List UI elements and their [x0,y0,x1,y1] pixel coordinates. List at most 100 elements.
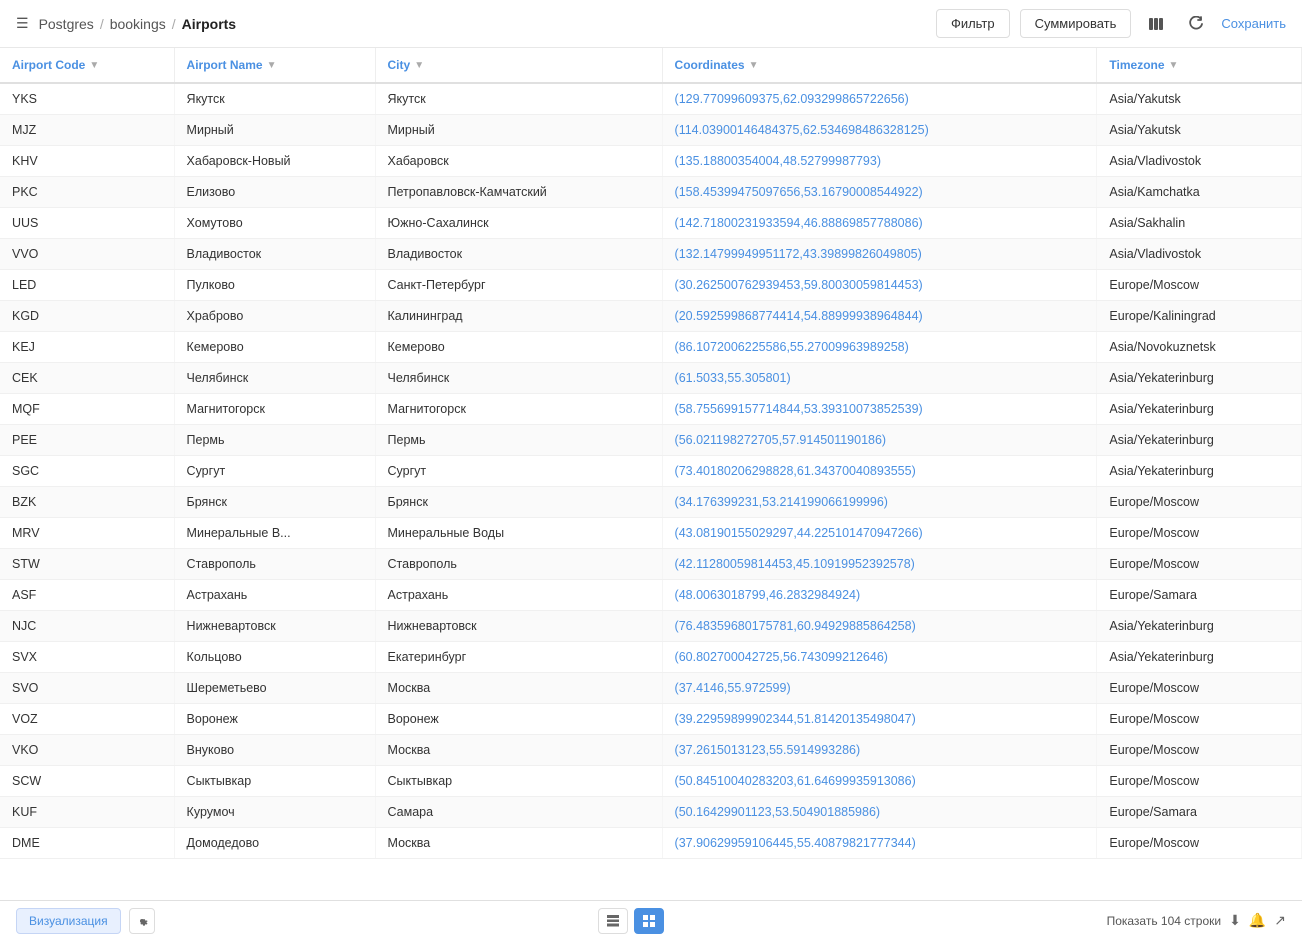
cell-coords: (56.021198272705,57.914501190186) [662,425,1097,456]
cell-name: Кемерово [174,332,375,363]
table-row[interactable]: KHVХабаровск-НовыйХабаровск(135.18800354… [0,146,1302,177]
cell-code: SVX [0,642,174,673]
cell-coords: (37.90629959106445,55.40879821777344) [662,828,1097,859]
save-button[interactable]: Сохранить [1221,16,1286,31]
cell-city: Владивосток [375,239,662,270]
table-row[interactable]: MQFМагнитогорскМагнитогорск(58.755699157… [0,394,1302,425]
table-row[interactable]: ASFАстраханьАстрахань(48.0063018799,46.2… [0,580,1302,611]
bottom-right: Показать 104 строки ⬇ 🔔 ↗ [1107,912,1286,929]
cell-tz: Europe/Moscow [1097,487,1302,518]
cell-city: Воронеж [375,704,662,735]
table-row[interactable]: PEEПермьПермь(56.021198272705,57.9145011… [0,425,1302,456]
table-header: Airport Code ▼ Airport Name ▼ City ▼ [0,48,1302,83]
cell-code: VVO [0,239,174,270]
cell-coords: (60.802700042725,56.743099212646) [662,642,1097,673]
col-header-name[interactable]: Airport Name ▼ [174,48,375,83]
table-row[interactable]: VKOВнуковоМосква(37.2615013123,55.591499… [0,735,1302,766]
cell-name: Ставрополь [174,549,375,580]
cell-city: Екатеринбург [375,642,662,673]
top-bar: ☰ Postgres / bookings / Airports Фильтр … [0,0,1302,48]
cell-code: DME [0,828,174,859]
table-row[interactable]: CEKЧелябинскЧелябинск(61.5033,55.305801)… [0,363,1302,394]
notification-icon[interactable]: 🔔 [1249,912,1266,929]
table-row[interactable]: SVOШереметьевоМосква(37.4146,55.972599)E… [0,673,1302,704]
sort-icon-coords: ▼ [749,60,759,71]
refresh-button[interactable] [1181,9,1211,39]
cell-coords: (142.71800231933594,46.88869857788086) [662,208,1097,239]
col-header-code[interactable]: Airport Code ▼ [0,48,174,83]
cell-city: Москва [375,828,662,859]
table-row[interactable]: SVXКольцовоЕкатеринбург(60.802700042725,… [0,642,1302,673]
cell-coords: (58.755699157714844,53.39310073852539) [662,394,1097,425]
download-icon[interactable]: ⬇ [1229,912,1241,929]
cell-code: KUF [0,797,174,828]
table-row[interactable]: KGDХрабровоКалининград(20.59259986877441… [0,301,1302,332]
cell-coords: (86.1072006225586,55.27009963989258) [662,332,1097,363]
cell-city: Якутск [375,83,662,115]
cell-coords: (34.176399231,53.214199066199996) [662,487,1097,518]
cell-name: Сургут [174,456,375,487]
cell-code: SGC [0,456,174,487]
visualization-button[interactable]: Визуализация [16,908,121,934]
filter-button[interactable]: Фильтр [936,9,1010,38]
table-row[interactable]: BZKБрянскБрянск(34.176399231,53.21419906… [0,487,1302,518]
refresh-icon [1188,16,1204,32]
cell-code: SCW [0,766,174,797]
cell-name: Владивосток [174,239,375,270]
col-header-tz[interactable]: Timezone ▼ [1097,48,1302,83]
cell-coords: (129.77099609375,62.093299865722656) [662,83,1097,115]
viz-settings-button[interactable] [129,908,155,934]
columns-icon-button[interactable] [1141,9,1171,39]
cell-coords: (76.48359680175781,60.94929885864258) [662,611,1097,642]
export-icon[interactable]: ↗ [1274,912,1286,929]
col-header-coords[interactable]: Coordinates ▼ [662,48,1097,83]
table-row[interactable]: MJZМирныйМирный(114.03900146484375,62.53… [0,115,1302,146]
table-row[interactable]: NJCНижневартовскНижневартовск(76.4835968… [0,611,1302,642]
cell-tz: Asia/Vladivostok [1097,146,1302,177]
top-actions: Фильтр Суммировать Сохранить [936,9,1286,39]
cell-coords: (20.592599868774414,54.88999938964844) [662,301,1097,332]
summarize-button[interactable]: Суммировать [1020,9,1132,38]
cell-city: Москва [375,735,662,766]
breadcrumb-db[interactable]: Postgres [39,16,94,32]
table-row[interactable]: SGCСургутСургут(73.40180206298828,61.343… [0,456,1302,487]
cell-tz: Asia/Novokuznetsk [1097,332,1302,363]
table-row[interactable]: SCWСыктывкарСыктывкар(50.84510040283203,… [0,766,1302,797]
cell-name: Брянск [174,487,375,518]
airports-table: Airport Code ▼ Airport Name ▼ City ▼ [0,48,1302,859]
cell-name: Курумоч [174,797,375,828]
breadcrumb-section[interactable]: bookings [110,16,166,32]
cell-city: Южно-Сахалинск [375,208,662,239]
table-container: Airport Code ▼ Airport Name ▼ City ▼ [0,48,1302,900]
table-row[interactable]: YKSЯкутскЯкутск(129.77099609375,62.09329… [0,83,1302,115]
cell-name: Воронеж [174,704,375,735]
grid-view-button[interactable] [634,908,664,934]
columns-icon [1148,16,1164,32]
table-row[interactable]: VVOВладивостокВладивосток(132.1479994995… [0,239,1302,270]
table-row[interactable]: VOZВоронежВоронеж(39.22959899902344,51.8… [0,704,1302,735]
cell-coords: (50.16429901123,53.504901885986) [662,797,1097,828]
cell-tz: Asia/Kamchatka [1097,177,1302,208]
cell-city: Петропавловск-Камчатский [375,177,662,208]
table-row[interactable]: KUFКурумочСамара(50.16429901123,53.50490… [0,797,1302,828]
cell-code: CEK [0,363,174,394]
table-row[interactable]: DMEДомодедовоМосква(37.90629959106445,55… [0,828,1302,859]
cell-coords: (37.4146,55.972599) [662,673,1097,704]
table-row[interactable]: KEJКемеровоКемерово(86.1072006225586,55.… [0,332,1302,363]
table-row[interactable]: UUSХомутовоЮжно-Сахалинск(142.7180023193… [0,208,1302,239]
cell-tz: Europe/Moscow [1097,828,1302,859]
table-row[interactable]: STWСтавропольСтаврополь(42.1128005981445… [0,549,1302,580]
database-icon: ☰ [16,15,29,32]
cell-city: Пермь [375,425,662,456]
cell-name: Храброво [174,301,375,332]
table-row[interactable]: LEDПулковоСанкт-Петербург(30.26250076293… [0,270,1302,301]
cell-tz: Asia/Sakhalin [1097,208,1302,239]
col-header-city[interactable]: City ▼ [375,48,662,83]
table-row[interactable]: MRVМинеральные В...Минеральные Воды(43.0… [0,518,1302,549]
sort-icon-name: ▼ [267,60,277,71]
table-view-icon [606,914,620,928]
table-view-button[interactable] [598,908,628,934]
cell-city: Хабаровск [375,146,662,177]
cell-name: Магнитогорск [174,394,375,425]
table-row[interactable]: PKCЕлизовоПетропавловск-Камчатский(158.4… [0,177,1302,208]
